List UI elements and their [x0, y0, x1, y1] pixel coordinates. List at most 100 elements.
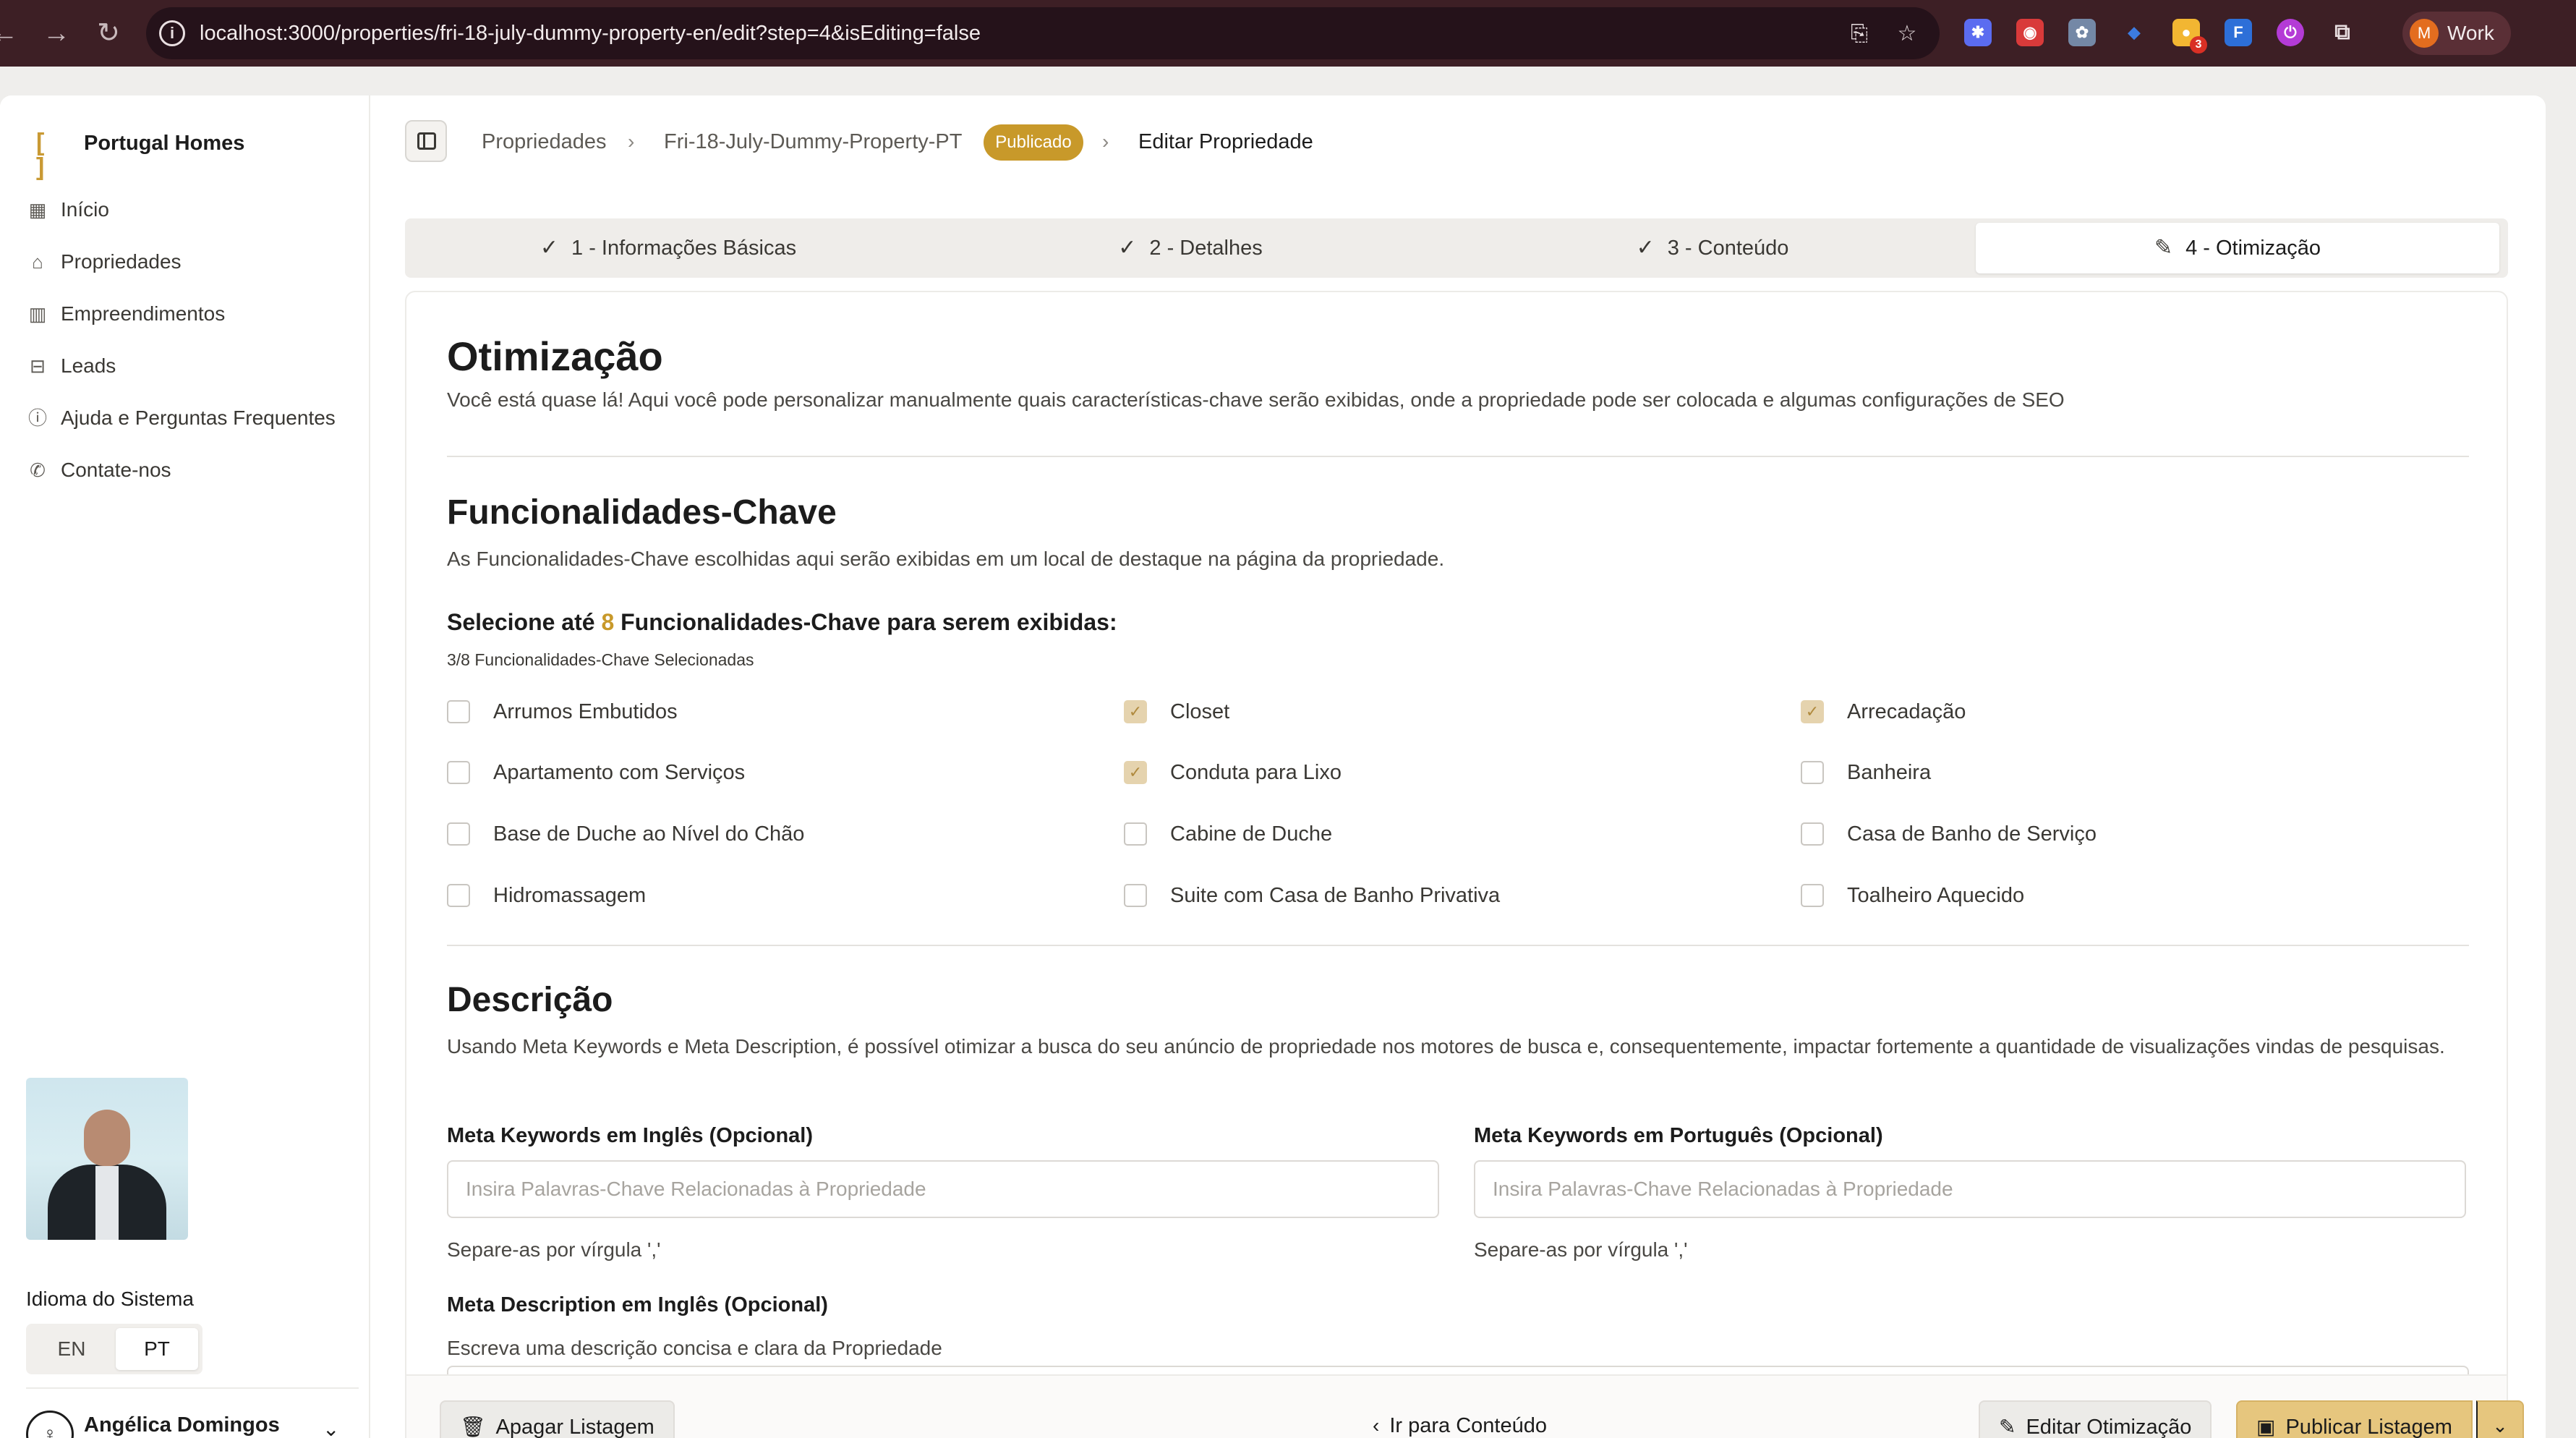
feature-checkbox[interactable]: Banheira — [1801, 757, 2307, 788]
feature-checkbox[interactable]: Arrumos Embutidos — [447, 696, 953, 728]
feature-checkbox[interactable]: ✓ Closet — [1124, 696, 1630, 728]
sidebar: [ ] Portugal Homes ▦ Início ⌂ Propriedad… — [0, 95, 370, 1438]
key-features-select-title: Selecione até 8 Funcionalidades-Chave pa… — [447, 609, 1117, 635]
meta-description-en-label: Meta Description em Inglês (Opcional) — [447, 1293, 828, 1316]
sidebar-item-label: Empreendimentos — [61, 302, 226, 325]
feature-checkbox[interactable]: Toalheiro Aquecido — [1801, 880, 2307, 911]
go-to-content-button[interactable]: ‹ Ir para Conteúdo — [1354, 1400, 1566, 1438]
extension-icon[interactable]: ◉ — [2016, 19, 2044, 46]
chevron-right-icon: › — [1102, 130, 1109, 153]
keywords-en-help: Separe-as por vírgula ',' — [447, 1238, 661, 1261]
language-title: Idioma do Sistema — [26, 1288, 194, 1310]
checkbox-checked[interactable]: ✓ — [1124, 761, 1147, 784]
chevron-right-icon: › — [628, 130, 635, 153]
inbox-icon: ⊟ — [30, 355, 46, 377]
extension-icon[interactable]: ✱ — [1964, 19, 1992, 46]
language-option-pt[interactable]: PT — [116, 1328, 198, 1370]
profile-name: Work — [2447, 22, 2494, 44]
tab-step-1[interactable]: ✓ 1 - Informações Básicas — [409, 223, 927, 273]
checkbox[interactable] — [447, 822, 470, 846]
checkbox[interactable] — [447, 884, 470, 907]
address-bar[interactable]: i localhost:3000/properties/fri-18-july-… — [146, 7, 1940, 59]
breadcrumb-current: Editar Propriedade — [1138, 130, 1313, 153]
feature-checkbox[interactable]: Suite com Casa de Banho Privativa — [1124, 880, 1630, 911]
sidebar-item-propriedades[interactable]: ⌂ Propriedades — [26, 242, 351, 282]
brand-logo-icon: [ ] — [36, 129, 45, 181]
delete-listing-button[interactable]: 🗑 Apagar Listagem — [440, 1400, 675, 1438]
save-icon: ▣ — [2256, 1416, 2276, 1438]
feature-checkbox[interactable]: ✓ Conduta para Lixo — [1124, 757, 1630, 788]
tab-step-2[interactable]: ✓ 2 - Detalhes — [931, 223, 1449, 273]
bookmark-star-icon[interactable]: ☆ — [1893, 20, 1921, 48]
publish-options-dropdown[interactable]: ⌄ — [2476, 1400, 2524, 1438]
publish-listing-button[interactable]: ▣ Publicar Listagem — [2236, 1400, 2473, 1438]
extension-icon[interactable]: ◆ — [2120, 19, 2148, 46]
keywords-en-input[interactable] — [447, 1160, 1439, 1218]
key-features-count: 3/8 Funcionalidades-Chave Selecionadas — [447, 650, 754, 669]
sidebar-item-contate[interactable]: ✆ Contate-nos — [26, 450, 351, 490]
edit-optimization-button[interactable]: ✎ Editar Otimização — [1979, 1400, 2212, 1438]
translate-icon[interactable]: ⎘ — [1846, 20, 1873, 48]
browser-toolbar: ← → ↻ i localhost:3000/properties/fri-18… — [0, 0, 2576, 67]
sidebar-toggle-button[interactable] — [405, 120, 447, 162]
app-window: [ ] Portugal Homes ▦ Início ⌂ Propriedad… — [0, 95, 2546, 1438]
pencil-icon: ✎ — [2154, 236, 2173, 260]
back-button[interactable]: ← — [0, 16, 22, 51]
sidebar-item-empreendimentos[interactable]: ▥ Empreendimentos — [26, 294, 351, 334]
language-option-en[interactable]: EN — [30, 1328, 113, 1370]
keywords-pt-label: Meta Keywords em Português (Opcional) — [1474, 1124, 1883, 1147]
action-bar: 🗑 Apagar Listagem ‹ Ir para Conteúdo ✎ Edit… — [406, 1374, 2524, 1438]
home-icon: ⌂ — [32, 251, 43, 273]
feature-checkbox[interactable]: Base de Duche ao Nível do Chão — [447, 818, 953, 850]
extension-icon[interactable]: ● 3 — [2172, 19, 2207, 54]
pencil-icon: ✎ — [1999, 1416, 2016, 1438]
page-subtitle: Você está quase lá! Aqui você pode perso… — [447, 388, 2065, 411]
profile-button[interactable]: M Work — [2402, 12, 2511, 55]
url-text[interactable]: localhost:3000/properties/fri-18-july-du… — [200, 20, 981, 46]
breadcrumb-property[interactable]: Fri-18-July-Dummy-Property-PT — [664, 129, 962, 155]
check-icon: ✓ — [1636, 236, 1655, 260]
sidebar-item-label: Leads — [61, 354, 116, 377]
feature-checkbox[interactable]: Cabine de Duche — [1124, 818, 1630, 850]
checkbox[interactable] — [1124, 884, 1147, 907]
divider — [447, 945, 2469, 946]
extension-icon[interactable]: ✿ — [2068, 19, 2096, 46]
help-icon: ⓘ — [27, 407, 47, 429]
site-info-icon[interactable]: i — [159, 20, 185, 46]
sidebar-item-ajuda[interactable]: ⓘ Ajuda e Perguntas Frequentes — [26, 398, 351, 438]
status-badge: Publicado — [984, 124, 1083, 161]
forward-button[interactable]: → — [39, 16, 74, 51]
keywords-pt-input[interactable] — [1474, 1160, 2466, 1218]
chevron-down-icon[interactable]: ⌄ — [323, 1416, 339, 1438]
sidebar-item-leads[interactable]: ⊟ Leads — [26, 346, 351, 386]
checkbox[interactable] — [447, 761, 470, 784]
checkbox[interactable] — [1124, 822, 1147, 846]
section-title-key-features: Funcionalidades-Chave — [447, 493, 837, 532]
checkbox[interactable] — [447, 700, 470, 723]
extension-icon[interactable]: F — [2225, 19, 2252, 46]
feature-checkbox[interactable]: ✓ Arrecadação — [1801, 696, 2307, 728]
tab-step-4[interactable]: ✎ 4 - Otimização — [1976, 223, 2499, 273]
user-name[interactable]: Angélica Domingos — [84, 1412, 280, 1438]
divider — [26, 1387, 359, 1389]
tab-step-3[interactable]: ✓ 3 - Conteúdo — [1454, 223, 1971, 273]
extension-icon[interactable]: ⏻ — [2277, 19, 2304, 46]
optimization-card: Otimização Você está quase lá! Aqui você… — [405, 291, 2508, 1438]
feature-checkbox[interactable]: Casa de Banho de Serviço — [1801, 818, 2307, 850]
user-avatar-icon[interactable]: ♀ — [26, 1411, 74, 1438]
checkbox[interactable] — [1801, 884, 1824, 907]
keywords-pt-help: Separe-as por vírgula ',' — [1474, 1238, 1688, 1261]
extensions-puzzle-icon[interactable]: ⧉ — [2329, 19, 2356, 46]
feature-checkbox[interactable]: Apartamento com Serviços — [447, 757, 953, 788]
keywords-en-label: Meta Keywords em Inglês (Opcional) — [447, 1124, 813, 1147]
feature-checkbox[interactable]: Hidromassagem — [447, 880, 953, 911]
checkbox[interactable] — [1801, 822, 1824, 846]
reload-button[interactable]: ↻ — [91, 16, 126, 51]
checkbox[interactable] — [1801, 761, 1824, 784]
breadcrumb-propriedades[interactable]: Propriedades — [482, 129, 607, 155]
checkbox-checked[interactable]: ✓ — [1124, 700, 1147, 723]
sidebar-item-label: Propriedades — [61, 250, 182, 273]
key-features-description: As Funcionalidades-Chave escolhidas aqui… — [447, 548, 1445, 570]
checkbox-checked[interactable]: ✓ — [1801, 700, 1824, 723]
sidebar-item-inicio[interactable]: ▦ Início — [26, 190, 351, 230]
